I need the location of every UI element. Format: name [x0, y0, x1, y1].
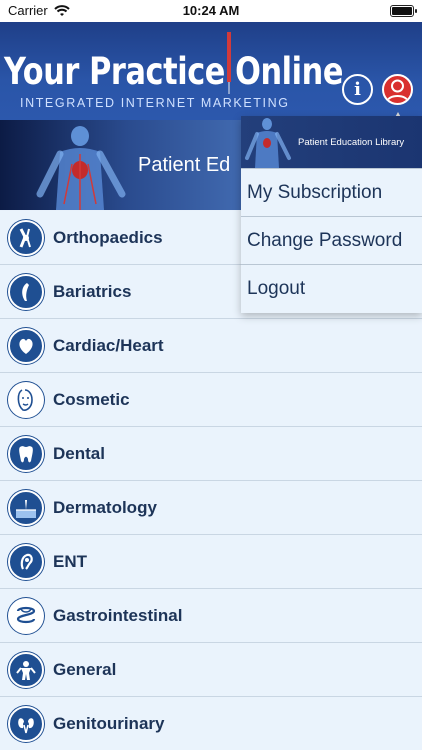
body-icon	[8, 651, 44, 688]
menu-item-change-password[interactable]: Change Password	[241, 216, 422, 264]
knee-joint-icon	[8, 219, 44, 256]
list-item-label: Gastrointestinal	[53, 605, 183, 625]
app-header: Your Practice Online INTEGRATED INTERNET…	[0, 22, 422, 120]
list-item[interactable]: ENT	[0, 535, 422, 589]
heart-icon	[8, 327, 44, 364]
list-item-label: Orthopaedics	[53, 227, 163, 247]
face-icon	[8, 381, 44, 418]
menu-item-logout[interactable]: Logout	[241, 264, 422, 312]
tooth-icon	[8, 435, 44, 472]
list-item-label: Genitourinary	[53, 713, 165, 733]
list-item-label: Dental	[53, 443, 105, 463]
status-bar: Carrier 10:24 AM	[0, 0, 422, 22]
intestine-icon	[8, 597, 44, 634]
anatomy-figure-image	[245, 118, 291, 168]
user-icon[interactable]	[382, 74, 413, 105]
list-item-label: Dermatology	[53, 497, 157, 517]
list-item[interactable]: Dermatology	[0, 481, 422, 535]
banner-label: Patient Ed	[138, 154, 231, 176]
list-item-label: Bariatrics	[53, 281, 132, 301]
menu-banner-label: Patient Education Library	[298, 137, 405, 148]
list-item-label: General	[53, 659, 117, 679]
battery-icon	[390, 5, 417, 17]
list-item[interactable]: Gastrointestinal	[0, 589, 422, 643]
account-dropdown-menu: Patient Education Library My Subscriptio…	[241, 116, 422, 313]
list-item[interactable]: Genitourinary	[0, 697, 422, 750]
list-item[interactable]: Cardiac/Heart	[0, 319, 422, 373]
list-item[interactable]: Dental	[0, 427, 422, 481]
kidney-icon	[8, 705, 44, 742]
list-item-label: Cosmetic	[53, 389, 130, 409]
list-item-label: Cardiac/Heart	[53, 335, 164, 355]
list-item[interactable]: General	[0, 643, 422, 697]
skin-icon	[8, 489, 44, 526]
ear-icon	[8, 543, 44, 580]
anatomy-figure-image	[36, 126, 126, 210]
menu-banner: Patient Education Library	[241, 116, 422, 168]
status-time: 10:24 AM	[182, 3, 240, 18]
menu-item-my-subscription[interactable]: My Subscription	[241, 168, 422, 216]
logo-title: Your Practice Online	[4, 50, 344, 93]
info-icon[interactable]: i	[342, 74, 373, 105]
list-item[interactable]: Cosmetic	[0, 373, 422, 427]
list-item-label: ENT	[53, 551, 87, 571]
stomach-icon	[8, 273, 44, 310]
logo-subtitle: INTEGRATED INTERNET MARKETING	[20, 96, 290, 110]
syringe-icon	[227, 32, 231, 94]
